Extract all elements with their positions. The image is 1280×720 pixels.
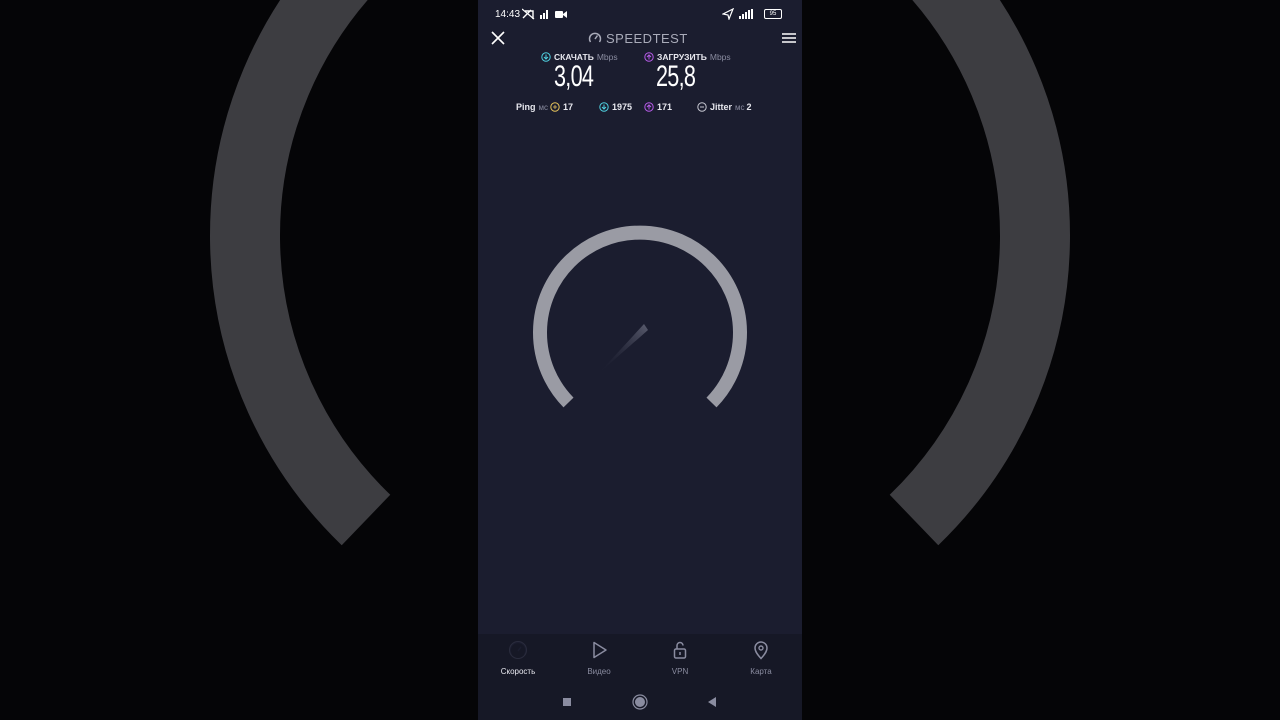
- unlock-icon: [673, 641, 687, 659]
- jitter-stat: Jitter мс 2: [697, 101, 752, 113]
- brand-text: SPEEDTEST: [606, 30, 688, 46]
- ping-download-icon: [599, 102, 609, 112]
- tab-speed[interactable]: Скорость: [483, 640, 553, 680]
- status-right-icons: [722, 8, 753, 20]
- ping-idle-value: 17: [563, 102, 574, 112]
- tab-speed-label: Скорость: [500, 667, 536, 676]
- map-pin-icon: [754, 641, 768, 660]
- video-camera-icon: [555, 11, 567, 18]
- system-navigation-bar: [478, 684, 802, 720]
- jitter-label: Jitter: [710, 102, 733, 112]
- no-signal-icon: [522, 8, 535, 20]
- home-circle-icon[interactable]: [630, 692, 650, 712]
- status-bar: 14:43 95: [478, 0, 802, 28]
- tab-map[interactable]: Карта: [726, 640, 796, 680]
- status-left-icons: [522, 8, 567, 20]
- location-arrow-icon: [722, 8, 735, 20]
- gauge-needle: [598, 324, 648, 374]
- tab-vpn-label: VPN: [671, 667, 689, 676]
- upload-unit: Mbps: [709, 51, 731, 62]
- phone-screen: 14:43 95 SPEEDTEST СКАЧАТЬ Mbps 3,04 ЗАГ…: [478, 0, 802, 720]
- wifi-calling-icon: [540, 10, 548, 19]
- battery-level: 95: [769, 11, 777, 17]
- ping-label: Ping: [516, 102, 536, 112]
- tab-map-label: Карта: [750, 667, 772, 676]
- download-arrow-icon: [541, 51, 551, 62]
- speed-gauge: [533, 225, 747, 408]
- jitter-value: 2: [746, 102, 752, 112]
- jitter-icon: [697, 102, 707, 112]
- back-triangle-icon[interactable]: [702, 692, 722, 712]
- ping-stat: Ping мс 17: [516, 101, 573, 113]
- close-icon[interactable]: [488, 28, 508, 48]
- recents-square-icon[interactable]: [557, 692, 577, 712]
- jitter-unit: мс: [735, 102, 745, 112]
- play-icon: [593, 641, 607, 659]
- hamburger-menu-icon[interactable]: [778, 28, 800, 48]
- ping-upload-stat: 171: [644, 101, 672, 113]
- upload-arrow-icon: [644, 51, 654, 62]
- tab-vpn[interactable]: VPN: [645, 640, 715, 680]
- tab-video[interactable]: Видео: [564, 640, 634, 680]
- download-value: 3,04: [554, 60, 594, 93]
- download-unit: Mbps: [596, 51, 618, 62]
- ping-unit: мс: [538, 102, 549, 112]
- ping-upload-value: 171: [657, 102, 673, 112]
- battery-icon: 95: [764, 9, 782, 19]
- ping-download-stat: 1975: [599, 101, 632, 113]
- tab-video-label: Видео: [587, 667, 611, 676]
- gauge-arc: [533, 225, 747, 408]
- bottom-tab-bar: Скорость Видео VPN Карта: [478, 634, 802, 684]
- ping-download-value: 1975: [612, 102, 633, 112]
- upload-value: 25,8: [656, 60, 696, 93]
- speedtest-brand: SPEEDTEST: [588, 30, 700, 46]
- status-time: 14:43: [495, 9, 521, 20]
- speedtest-logo-icon: [588, 32, 602, 43]
- speedometer-icon: [509, 641, 527, 659]
- ping-idle-icon: [550, 102, 560, 112]
- signal-bars-icon: [739, 9, 753, 19]
- ping-upload-icon: [644, 102, 654, 112]
